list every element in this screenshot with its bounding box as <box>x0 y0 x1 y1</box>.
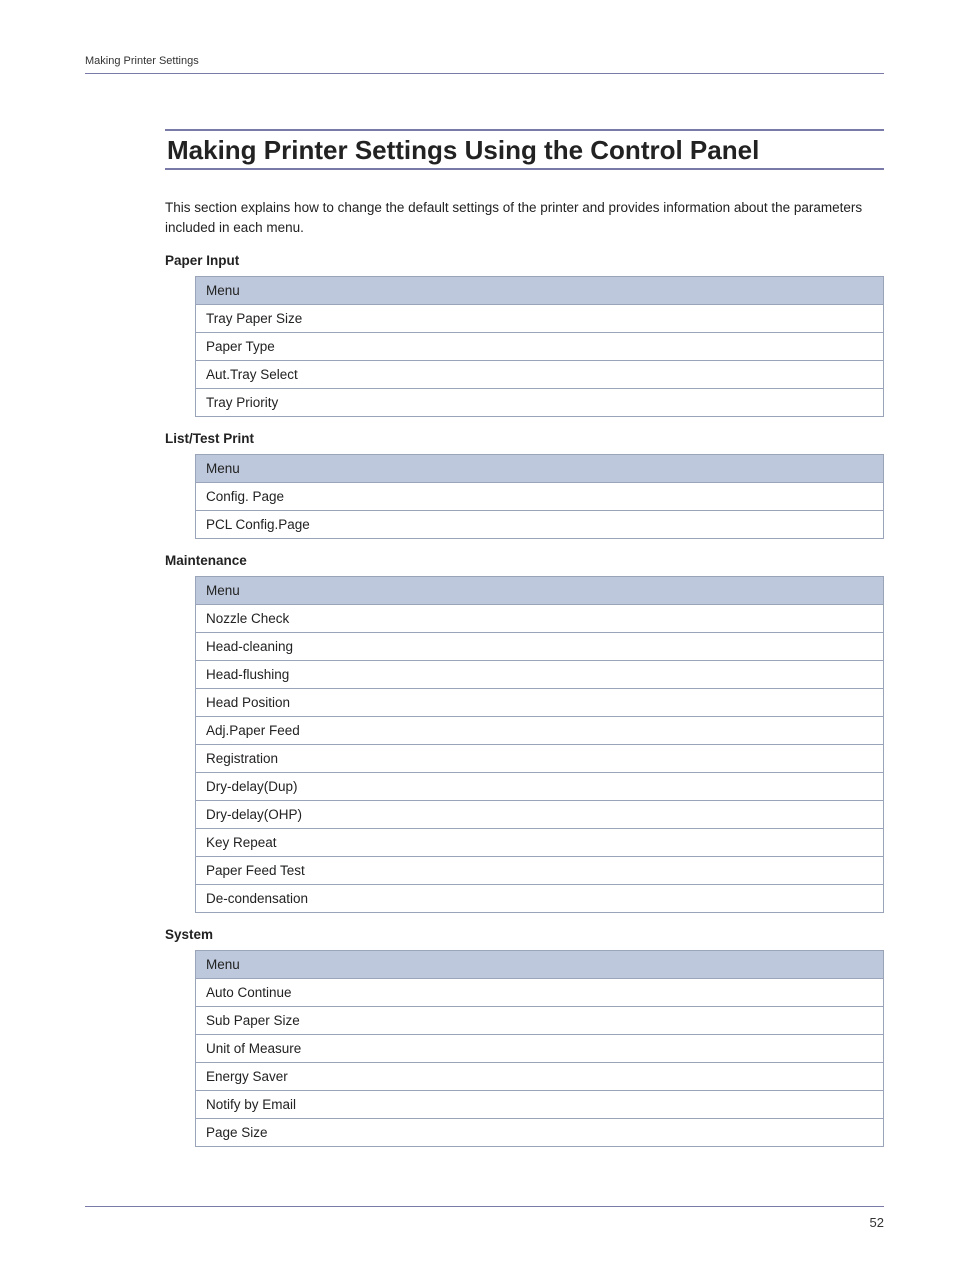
menu-item: Head Position <box>196 688 884 716</box>
menu-item: Sub Paper Size <box>196 1006 884 1034</box>
menu-item: Adj.Paper Feed <box>196 716 884 744</box>
menu-item: Dry-delay(Dup) <box>196 772 884 800</box>
menu-item: Aut.Tray Select <box>196 360 884 388</box>
menu-item: Paper Feed Test <box>196 856 884 884</box>
menu-item: Paper Type <box>196 332 884 360</box>
header-divider <box>85 73 884 74</box>
menu-item: Key Repeat <box>196 828 884 856</box>
table-row: Notify by Email <box>196 1090 884 1118</box>
table-row: Key Repeat <box>196 828 884 856</box>
table-row: Auto Continue <box>196 978 884 1006</box>
menu-header: Menu <box>196 276 884 304</box>
table-row: PCL Config.Page <box>196 510 884 538</box>
menu-table-paper-input: Menu Tray Paper Size Paper Type Aut.Tray… <box>195 276 884 417</box>
title-rule-top <box>165 129 884 131</box>
table-row: Page Size <box>196 1118 884 1146</box>
table-row: Nozzle Check <box>196 604 884 632</box>
menu-item: Config. Page <box>196 482 884 510</box>
table-row: Dry-delay(OHP) <box>196 800 884 828</box>
page-number: 52 <box>85 1215 884 1230</box>
table-row: Tray Priority <box>196 388 884 416</box>
table-row: Head-cleaning <box>196 632 884 660</box>
menu-item: Page Size <box>196 1118 884 1146</box>
table-row: Adj.Paper Feed <box>196 716 884 744</box>
menu-item: Auto Continue <box>196 978 884 1006</box>
table-row: Registration <box>196 744 884 772</box>
table-row: Head-flushing <box>196 660 884 688</box>
section-heading-paper-input: Paper Input <box>165 253 884 268</box>
menu-table-list-test: Menu Config. Page PCL Config.Page <box>195 454 884 539</box>
table-row: Energy Saver <box>196 1062 884 1090</box>
intro-paragraph: This section explains how to change the … <box>165 198 884 239</box>
menu-item: Energy Saver <box>196 1062 884 1090</box>
table-row: Aut.Tray Select <box>196 360 884 388</box>
section-heading-maintenance: Maintenance <box>165 553 884 568</box>
menu-header: Menu <box>196 454 884 482</box>
menu-item: Head-flushing <box>196 660 884 688</box>
table-row: Unit of Measure <box>196 1034 884 1062</box>
menu-item: Unit of Measure <box>196 1034 884 1062</box>
menu-item: Notify by Email <box>196 1090 884 1118</box>
menu-item: Registration <box>196 744 884 772</box>
table-row: Dry-delay(Dup) <box>196 772 884 800</box>
section-heading-list-test: List/Test Print <box>165 431 884 446</box>
menu-item: PCL Config.Page <box>196 510 884 538</box>
title-rule-bottom <box>165 168 884 170</box>
menu-table-maintenance: Menu Nozzle Check Head-cleaning Head-flu… <box>195 576 884 913</box>
header-section-label: Making Printer Settings <box>85 55 884 67</box>
page-title: Making Printer Settings Using the Contro… <box>165 135 884 166</box>
menu-header: Menu <box>196 950 884 978</box>
menu-table-system: Menu Auto Continue Sub Paper Size Unit o… <box>195 950 884 1147</box>
section-heading-system: System <box>165 927 884 942</box>
menu-item: Tray Priority <box>196 388 884 416</box>
table-row: Sub Paper Size <box>196 1006 884 1034</box>
menu-item: Tray Paper Size <box>196 304 884 332</box>
table-row: Paper Feed Test <box>196 856 884 884</box>
table-row: Config. Page <box>196 482 884 510</box>
menu-item: Dry-delay(OHP) <box>196 800 884 828</box>
menu-header: Menu <box>196 576 884 604</box>
table-row: De-condensation <box>196 884 884 912</box>
table-row: Head Position <box>196 688 884 716</box>
menu-item: Head-cleaning <box>196 632 884 660</box>
menu-item: De-condensation <box>196 884 884 912</box>
table-row: Tray Paper Size <box>196 304 884 332</box>
page-footer: 52 <box>85 1206 884 1230</box>
footer-divider <box>85 1206 884 1207</box>
table-row: Paper Type <box>196 332 884 360</box>
menu-item: Nozzle Check <box>196 604 884 632</box>
